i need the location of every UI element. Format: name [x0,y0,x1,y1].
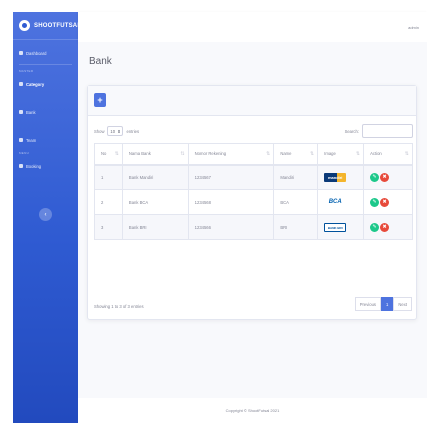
cell-bank: Bank BRI [121,214,189,240]
pencil-icon: ✎ [372,174,377,181]
sidebar-item-label: Dashboard [26,50,47,56]
column-header-image[interactable]: Image ⇅ [317,143,365,166]
cell-rekening: 1234568 [187,189,275,215]
cell-no: 1 [94,164,123,190]
plus-icon: + [97,95,103,105]
edit-button[interactable]: ✎ [370,222,380,232]
bank-icon [19,110,23,114]
page-1-button[interactable]: 1 [381,297,394,311]
copyright-text: Copyright © ShootFutsal 2021 [225,408,280,413]
sidebar-item-category[interactable]: Category [13,75,78,93]
mandiri-logo-image: mandiri [324,172,347,182]
column-header-nama-bank[interactable]: Nama Bank ⇅ [121,143,189,166]
futsal-ball-icon [19,20,30,31]
category-icon [19,82,23,86]
cell-no: 2 [94,189,123,215]
brand[interactable]: SHOOTFUTSAL [13,12,82,40]
sidebar-heading-master: MASTER [19,69,34,73]
sort-arrows-icon: ⬍ [117,128,121,134]
show-label: Show [94,128,105,134]
bca-logo-image: BCA [324,197,347,207]
cell-action: ✎ ✖ [363,189,413,215]
edit-button[interactable]: ✎ [370,172,380,182]
cell-rekening: 1234567 [187,164,275,190]
card-header: + [88,86,416,116]
column-header-no[interactable]: No ⇅ [94,143,123,166]
length-control: Show 10 ⬍ entries [94,126,139,136]
table-header-row: No ⇅ Nama Bank ⇅ Nomor Rekening ⇅ Name ⇅ Ima… [94,143,413,166]
edit-button[interactable]: ✎ [370,197,380,207]
table-row: 2 Bank BCA 1234568 BCA BCA ✎ ✖ [94,189,413,215]
sidebar-item-label: Category [26,81,45,87]
page-title: Bank [89,56,112,67]
column-header-nomor-rekening[interactable]: Nomor Rekening ⇅ [187,143,275,166]
sidebar-item-team[interactable]: Team [13,131,78,149]
cell-image: BANK BRI [317,214,365,240]
sidebar-divider [19,64,72,65]
main-content: Bank + Show 10 ⬍ entries Search: No ⇅ Nam… [78,42,427,423]
cell-name: BRI [273,214,319,240]
booking-icon [19,164,23,168]
user-menu[interactable]: admin [408,25,419,30]
previous-page-button[interactable]: Previous [354,297,382,311]
sort-icon: ⇅ [180,151,185,157]
cell-name: BCA [273,189,319,215]
column-header-action[interactable]: Action ⇅ [363,143,413,166]
cell-image: mandiri [317,164,365,190]
sort-icon: ⇅ [404,151,409,157]
cell-action: ✎ ✖ [363,164,413,190]
trash-icon: ✖ [382,174,387,181]
delete-button[interactable]: ✖ [380,222,390,232]
cell-no: 3 [94,214,123,240]
bank-table: No ⇅ Nama Bank ⇅ Nomor Rekening ⇅ Name ⇅ Ima… [94,143,413,240]
next-page-button[interactable]: Next [393,297,412,311]
sidebar-item-dashboard[interactable]: Dashboard [13,44,78,62]
delete-button[interactable]: ✖ [380,172,390,182]
sidebar-heading-menu: MENU [19,151,30,155]
team-icon [19,138,23,142]
column-header-name[interactable]: Name ⇅ [273,143,319,166]
delete-button[interactable]: ✖ [380,197,390,207]
cell-bank: Bank Mandiri [121,164,189,190]
cell-name: Mandiri [273,164,319,190]
search-label: Search: [344,128,359,134]
cell-action: ✎ ✖ [363,214,413,240]
sidebar-item-label: Team [26,137,37,143]
topbar: admin [78,12,427,42]
sort-icon: ⇅ [310,151,315,157]
dashboard-icon [19,51,23,55]
cell-rekening: 1234566 [187,214,275,240]
sidebar-item-label: Booking [26,163,42,169]
sidebar-item-booking[interactable]: Booking [13,157,78,175]
trash-icon: ✖ [382,199,387,205]
sort-icon: ⇅ [355,151,361,157]
pagination: Previous 1 Next [354,297,412,311]
search-input[interactable] [362,124,413,138]
bank-card: + Show 10 ⬍ entries Search: No ⇅ Nama Ban… [87,85,417,320]
sort-icon: ⇅ [266,151,271,157]
sort-icon: ⇅ [114,151,119,157]
footer: Copyright © ShootFutsal 2021 [78,398,427,423]
add-bank-button[interactable]: + [94,93,106,107]
table-info: Showing 1 to 3 of 3 entries [94,304,144,309]
entries-label: entries [126,128,140,134]
cell-image: BCA [317,189,365,215]
cell-bank: Bank BCA [121,189,189,215]
length-value: 10 [110,128,116,134]
search-control: Search: [345,124,413,138]
pencil-icon: ✎ [372,224,377,230]
entries-length-select[interactable]: 10 ⬍ [107,126,124,136]
sidebar-item-label: Bank [26,109,36,115]
brand-name: SHOOTFUTSAL [34,22,82,29]
trash-icon: ✖ [382,224,387,230]
table-row: 3 Bank BRI 1234566 BRI BANK BRI ✎ ✖ [94,214,413,240]
bri-logo-image: BANK BRI [324,222,347,232]
table-row: 1 Bank Mandiri 1234567 Mandiri mandiri ✎… [94,164,413,190]
sidebar: SHOOTFUTSAL Dashboard MASTER Category Ba… [13,12,82,423]
pencil-icon: ✎ [372,199,377,205]
sidebar-toggle-button[interactable]: ‹ [39,208,52,221]
sidebar-item-bank[interactable]: Bank [13,103,78,121]
chevron-left-icon: ‹ [44,211,47,218]
